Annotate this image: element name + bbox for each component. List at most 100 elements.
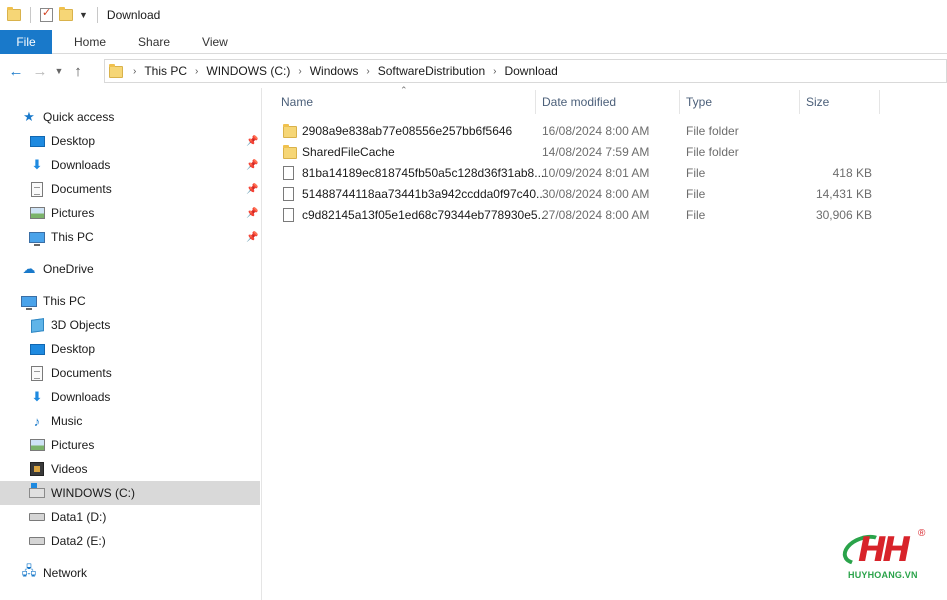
sidebar-item-quick-access[interactable]: ★ Quick access bbox=[0, 105, 260, 129]
sidebar-item-network[interactable]: 🖧 Network bbox=[0, 561, 260, 585]
ribbon-tabs: File Home Share View bbox=[0, 30, 947, 54]
file-name: 51488744118aa73441b3a942ccdda0f97c40... bbox=[302, 186, 547, 201]
computer-icon bbox=[29, 231, 45, 246]
tab-share[interactable]: Share bbox=[122, 30, 186, 54]
breadcrumb-download[interactable]: Download bbox=[504, 64, 557, 78]
pictures-icon bbox=[29, 207, 45, 219]
column-header-name[interactable]: Name bbox=[281, 88, 313, 116]
chevron-right-icon[interactable]: › bbox=[298, 66, 301, 77]
column-divider[interactable] bbox=[879, 90, 880, 114]
file-date-modified: 27/08/2024 8:00 AM bbox=[542, 207, 650, 222]
sidebar-item-label: OneDrive bbox=[43, 262, 94, 276]
column-divider[interactable] bbox=[535, 90, 536, 114]
chevron-right-icon[interactable]: › bbox=[493, 66, 496, 77]
sidebar-item-data2-drive[interactable]: Data2 (E:) bbox=[0, 529, 260, 553]
forward-arrow-icon[interactable]: → bbox=[28, 63, 52, 80]
pin-icon[interactable]: 📌 bbox=[246, 208, 258, 219]
windows-drive-icon bbox=[29, 483, 45, 498]
desktop-icon bbox=[29, 343, 45, 355]
title-bar: ▼ Download bbox=[0, 0, 947, 30]
sidebar-item-desktop[interactable]: Desktop bbox=[0, 337, 260, 361]
table-row[interactable]: 81ba14189ec818745fb50a5c128d36f31ab8... … bbox=[281, 162, 881, 183]
3d-objects-icon bbox=[30, 317, 44, 333]
customize-toolbar-chevron-icon[interactable]: ▼ bbox=[79, 10, 88, 20]
quick-access-toolbar: ▼ bbox=[0, 6, 101, 23]
folder-icon bbox=[283, 145, 297, 159]
sidebar-item-desktop[interactable]: Desktop 📌 bbox=[0, 129, 260, 153]
toolbar-divider bbox=[30, 7, 31, 23]
sidebar-item-documents[interactable]: Documents bbox=[0, 361, 260, 385]
documents-icon bbox=[31, 365, 43, 381]
tab-home[interactable]: Home bbox=[58, 30, 122, 54]
logo-brand-text: HUYHOANG.VN bbox=[848, 570, 918, 580]
pin-icon[interactable]: 📌 bbox=[246, 160, 258, 171]
pictures-icon bbox=[29, 439, 45, 451]
sidebar-item-this-pc[interactable]: This PC bbox=[0, 289, 260, 313]
sidebar-item-data1-drive[interactable]: Data1 (D:) bbox=[0, 505, 260, 529]
documents-icon bbox=[31, 181, 43, 197]
sidebar-item-label: Desktop bbox=[51, 342, 96, 356]
back-arrow-icon[interactable]: ← bbox=[4, 63, 28, 80]
folder-icon[interactable] bbox=[7, 7, 21, 21]
file-name: c9d82145a13f05e1ed68c79344eb778930e5... bbox=[302, 207, 548, 222]
file-type: File folder bbox=[686, 123, 739, 138]
chevron-right-icon[interactable]: › bbox=[195, 66, 198, 77]
breadcrumb-windows-drive[interactable]: WINDOWS (C:) bbox=[206, 64, 290, 78]
chevron-right-icon[interactable]: › bbox=[133, 66, 136, 77]
sidebar-item-this-pc-pinned[interactable]: This PC 📌 bbox=[0, 225, 260, 249]
sidebar-item-downloads[interactable]: ⬇ Downloads 📌 bbox=[0, 153, 260, 177]
table-row[interactable]: 2908a9e838ab77e08556e257bb6f5646 16/08/2… bbox=[281, 120, 881, 141]
sidebar-item-music[interactable]: ♪ Music bbox=[0, 409, 260, 433]
sidebar-item-label: Desktop bbox=[51, 134, 96, 148]
column-divider[interactable] bbox=[679, 90, 680, 114]
computer-icon bbox=[21, 295, 37, 310]
breadcrumb-softwaredistribution[interactable]: SoftwareDistribution bbox=[378, 64, 485, 78]
file-name: 81ba14189ec818745fb50a5c128d36f31ab8... bbox=[302, 165, 545, 180]
sidebar-item-windows-drive[interactable]: WINDOWS (C:) bbox=[0, 481, 260, 505]
tab-view[interactable]: View bbox=[186, 30, 244, 54]
sidebar-item-label: WINDOWS (C:) bbox=[51, 486, 135, 500]
breadcrumb-this-pc[interactable]: This PC bbox=[144, 64, 187, 78]
address-bar[interactable]: › This PC › WINDOWS (C:) › Windows › Sof… bbox=[104, 59, 947, 83]
sidebar-item-label: Data1 (D:) bbox=[51, 510, 107, 524]
sidebar-item-onedrive[interactable]: ☁ OneDrive bbox=[0, 257, 260, 281]
up-arrow-icon[interactable]: ↑ bbox=[66, 63, 90, 80]
file-icon bbox=[283, 187, 294, 201]
file-name: 2908a9e838ab77e08556e257bb6f5646 bbox=[302, 123, 513, 138]
sidebar-item-label: Pictures bbox=[51, 206, 95, 220]
pin-icon[interactable]: 📌 bbox=[246, 232, 258, 243]
file-icon bbox=[283, 166, 294, 180]
file-size: 418 KB bbox=[832, 165, 872, 180]
pin-icon[interactable]: 📌 bbox=[246, 136, 258, 147]
file-list: ⌃ Name Date modified Type Size 2908a9e83… bbox=[263, 85, 947, 600]
downloads-icon: ⬇ bbox=[31, 389, 43, 404]
cloud-icon: ☁ bbox=[22, 261, 36, 276]
column-header-type[interactable]: Type bbox=[686, 88, 712, 116]
chevron-right-icon[interactable]: › bbox=[366, 66, 369, 77]
file-type: File bbox=[686, 186, 706, 201]
sidebar-item-3d-objects[interactable]: 3D Objects bbox=[0, 313, 260, 337]
table-row[interactable]: SharedFileCache 14/08/2024 7:59 AM File … bbox=[281, 141, 881, 162]
table-row[interactable]: c9d82145a13f05e1ed68c79344eb778930e5... … bbox=[281, 204, 881, 225]
properties-icon[interactable] bbox=[40, 6, 53, 22]
sidebar-item-label: This PC bbox=[51, 230, 94, 244]
breadcrumb-windows[interactable]: Windows bbox=[310, 64, 359, 78]
recent-locations-chevron-icon[interactable]: ▼ bbox=[52, 66, 66, 76]
sidebar-item-videos[interactable]: Videos bbox=[0, 457, 260, 481]
sidebar-item-label: Quick access bbox=[43, 110, 115, 124]
tab-file[interactable]: File bbox=[0, 30, 52, 54]
pin-icon[interactable]: 📌 bbox=[246, 184, 258, 195]
file-date-modified: 14/08/2024 7:59 AM bbox=[542, 144, 650, 159]
sidebar-item-downloads[interactable]: ⬇ Downloads bbox=[0, 385, 260, 409]
logo-mark: HH bbox=[858, 530, 911, 570]
column-header-date-modified[interactable]: Date modified bbox=[542, 88, 616, 116]
sidebar-item-pictures[interactable]: Pictures bbox=[0, 433, 260, 457]
column-divider[interactable] bbox=[799, 90, 800, 114]
drive-icon bbox=[29, 537, 45, 545]
column-header-size[interactable]: Size bbox=[806, 88, 829, 116]
new-folder-icon[interactable] bbox=[59, 7, 73, 21]
sidebar-item-documents[interactable]: Documents 📌 bbox=[0, 177, 260, 201]
sidebar-item-label: Downloads bbox=[51, 390, 111, 404]
table-row[interactable]: 51488744118aa73441b3a942ccdda0f97c40... … bbox=[281, 183, 881, 204]
sidebar-item-pictures[interactable]: Pictures 📌 bbox=[0, 201, 260, 225]
